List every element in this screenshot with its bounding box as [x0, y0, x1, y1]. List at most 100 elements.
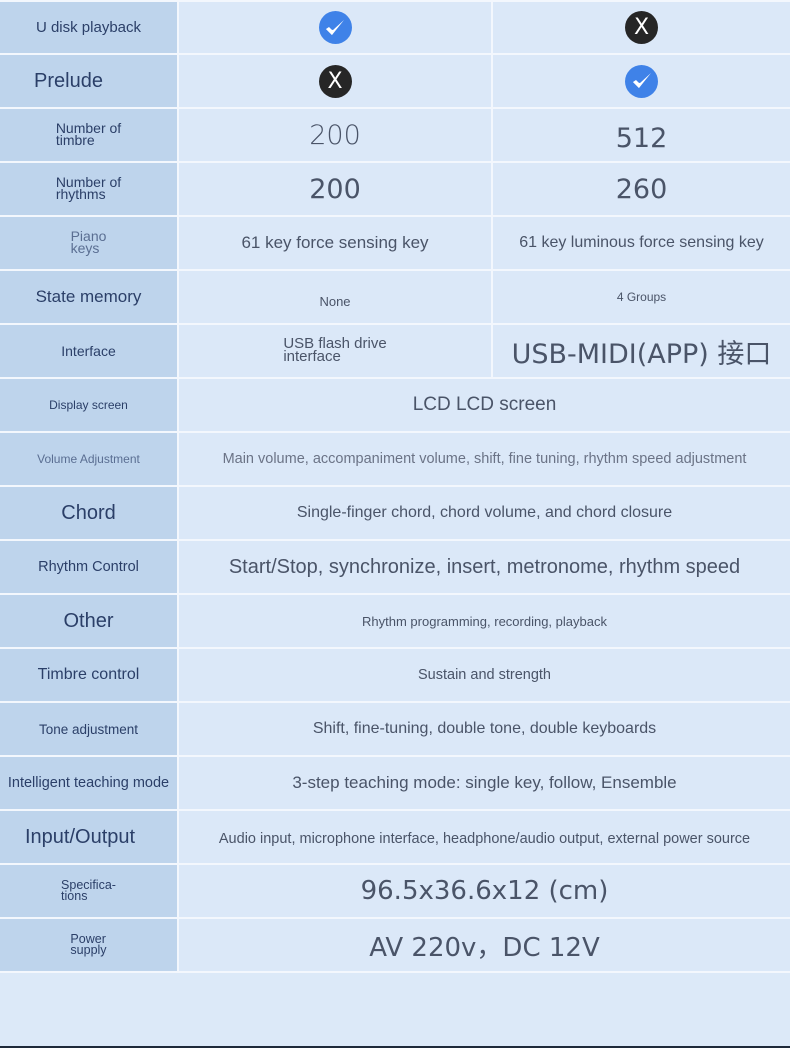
row-label-line: keys: [70, 240, 100, 256]
shared-value: AV 220v，DC 12V: [179, 919, 790, 971]
table-row: Timbre control Sustain and strength: [0, 649, 790, 703]
shared-value: Shift, fine-tuning, double tone, double …: [179, 703, 790, 755]
value-text: 200: [309, 119, 361, 151]
value-text: USB-MIDI(APP) 接口: [511, 338, 772, 370]
check-icon: [318, 11, 352, 44]
row-label: Interface: [0, 325, 179, 377]
row-label-line: rhythms: [55, 186, 106, 202]
value-text: 260: [615, 173, 668, 205]
row-label-text: Prelude: [34, 69, 103, 92]
table-row: Interface USB flash drive interface USB-M…: [0, 325, 790, 379]
model-b-value: 512: [493, 109, 790, 161]
model-a-value: X: [179, 55, 493, 107]
row-label: Display screen: [0, 379, 179, 431]
table-row: Volume Adjustment Main volume, accompani…: [0, 433, 790, 487]
row-label-text: Input/Output: [25, 825, 136, 848]
value-text: 200: [309, 173, 361, 205]
row-label: Prelude: [0, 55, 179, 107]
table-row: U disk playback X: [0, 0, 790, 55]
value-text: Shift, fine-tuning, double tone, double …: [312, 720, 657, 737]
model-b-value: 260: [493, 163, 790, 215]
value-text: Start/Stop, synchronize, insert, metrono…: [228, 555, 741, 578]
row-label: Chord: [0, 487, 179, 539]
table-row: Tone adjustment Shift, fine-tuning, doub…: [0, 703, 790, 757]
row-label: Input/Output: [0, 811, 179, 863]
row-label: State memory: [0, 271, 179, 323]
row-label-text: Intelligent teaching mode: [7, 775, 170, 791]
row-label: U disk playback: [0, 2, 179, 53]
row-label-line: timbre: [55, 132, 95, 148]
table-row: Rhythm Control Start/Stop, synchronize, …: [0, 541, 790, 595]
value-text: Sustain and strength: [417, 667, 551, 683]
row-label-text: Display screen: [49, 398, 128, 412]
row-label-text: Interface: [61, 343, 116, 359]
table-row: Power supply AV 220v，DC 12V: [0, 919, 790, 973]
shared-value: Main volume, accompaniment volume, shift…: [179, 433, 790, 485]
row-label: Specifica-tions: [0, 865, 179, 917]
table-row: Other Rhythm programming, recording, pla…: [0, 595, 790, 649]
value-text: 512: [615, 122, 668, 154]
row-label: Timbre control: [0, 649, 179, 701]
row-label-text: Other: [63, 609, 114, 632]
table-row: State memory None 4 Groups: [0, 271, 790, 325]
check-icon: [625, 64, 658, 98]
value-text: Rhythm programming, recording, playback: [362, 613, 607, 629]
row-label: Volume Adjustment: [0, 433, 179, 485]
model-a-value: 61 key force sensing key: [179, 217, 493, 269]
shared-value: 3-step teaching mode: single key, follow…: [179, 757, 790, 809]
row-label: Other: [0, 595, 179, 647]
row-label-text: U disk playback: [35, 19, 142, 36]
row-label: Power supply: [0, 919, 179, 971]
value-text: 61 key force sensing key: [241, 233, 429, 252]
table-row: Specifica-tions 96.5x36.6x12 (cm): [0, 865, 790, 919]
row-label: Piano keys: [0, 217, 179, 269]
model-b-value: 4 Groups: [493, 271, 790, 323]
value-text: 4 Groups: [616, 290, 667, 304]
model-a-value: [179, 2, 493, 53]
model-b-value: [493, 55, 790, 107]
table-row: Piano keys 61 key force sensing key 61 ke…: [0, 217, 790, 271]
comparison-table: U disk playback X Prelude X Number of tim…: [0, 0, 790, 973]
model-b-value: USB-MIDI(APP) 接口: [493, 325, 790, 377]
table-row: Number of timbre 200 512: [0, 109, 790, 163]
row-label: Number of timbre: [0, 109, 179, 161]
shared-value: Start/Stop, synchronize, insert, metrono…: [179, 541, 790, 593]
x-icon: X: [318, 64, 352, 98]
table-row: Intelligent teaching mode 3-step teachin…: [0, 757, 790, 811]
table-row: Input/Output Audio input, microphone int…: [0, 811, 790, 865]
value-text: LCD LCD screen: [412, 394, 557, 415]
row-label: Tone adjustment: [0, 703, 179, 755]
table-row: Chord Single-finger chord, chord volume,…: [0, 487, 790, 541]
model-a-value: USB flash drive interface: [179, 325, 493, 377]
value-text: Audio input, microphone interface, headp…: [218, 831, 751, 847]
model-b-value: 61 key luminous force sensing key: [493, 217, 790, 269]
row-label: Rhythm Control: [0, 541, 179, 593]
model-a-value: 200: [179, 163, 493, 215]
model-a-value: 200: [179, 109, 493, 161]
value-text: Single-finger chord, chord volume, and c…: [296, 504, 673, 521]
row-label-line: tions: [61, 889, 88, 903]
shared-value: Rhythm programming, recording, playback: [179, 595, 790, 647]
x-icon: X: [625, 11, 658, 44]
row-label-text: Tone adjustment: [38, 721, 139, 737]
shared-value: Sustain and strength: [179, 649, 790, 701]
shared-value: 96.5x36.6x12 (cm): [179, 865, 790, 917]
shared-value: Audio input, microphone interface, headp…: [179, 811, 790, 863]
row-label: Number of rhythms: [0, 163, 179, 215]
shared-value: Single-finger chord, chord volume, and c…: [179, 487, 790, 539]
value-text: 61 key luminous force sensing key: [519, 234, 764, 251]
table-row: Prelude X: [0, 55, 790, 109]
value-line: interface: [283, 348, 341, 365]
model-b-value: X: [493, 2, 790, 53]
value-text: 96.5x36.6x12 (cm): [360, 876, 609, 906]
row-label-text: Timbre control: [37, 666, 140, 683]
value-text: None: [319, 293, 351, 309]
value-text: Main volume, accompaniment volume, shift…: [222, 451, 747, 467]
value-text: AV 220v，DC 12V: [369, 932, 600, 963]
model-a-value: None: [179, 271, 493, 323]
table-row: Display screen LCD LCD screen: [0, 379, 790, 433]
shared-value: LCD LCD screen: [179, 379, 790, 431]
row-label-text: Chord: [61, 501, 116, 524]
value-text: 3-step teaching mode: single key, follow…: [292, 773, 677, 792]
table-row: Number of rhythms 200 260: [0, 163, 790, 217]
